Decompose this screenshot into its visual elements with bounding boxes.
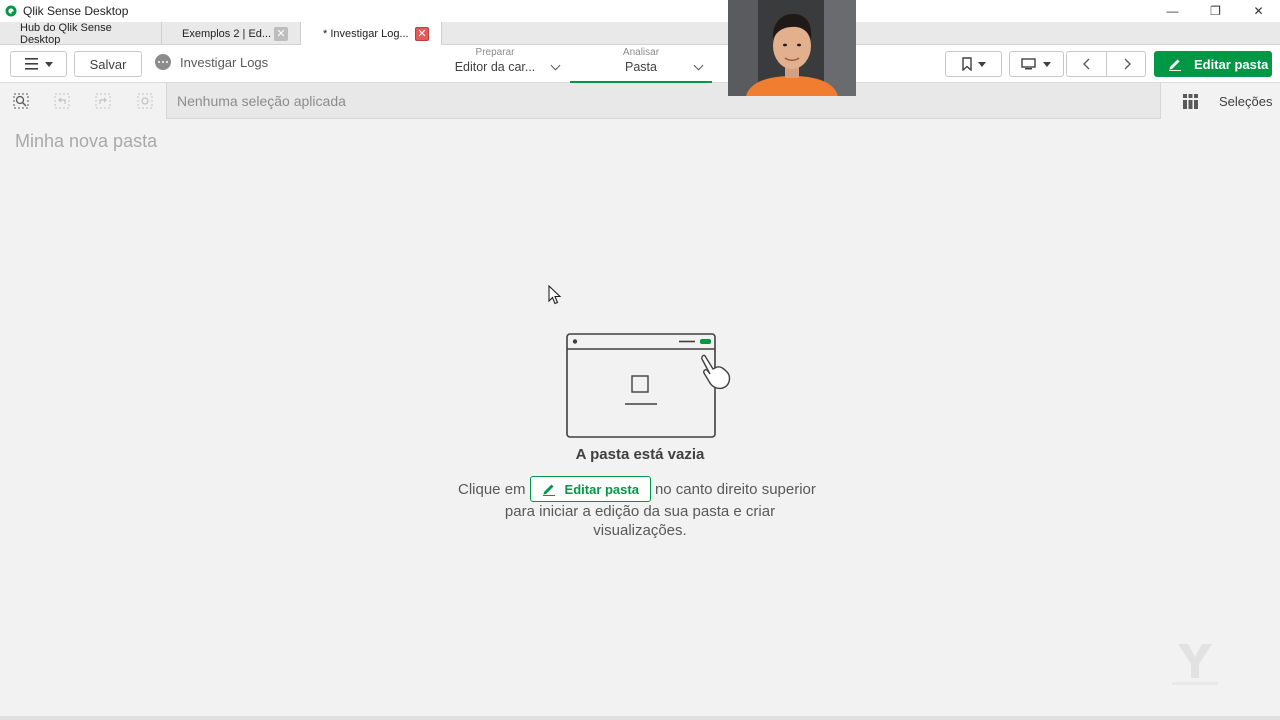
app-toolbar: Salvar Investigar Logs Preparar Editor d… <box>0 45 1280 83</box>
edit-sheet-button[interactable]: Editar pasta <box>1154 51 1272 77</box>
mouse-cursor-icon <box>548 285 562 305</box>
step-forward-icon[interactable] <box>95 93 111 109</box>
selection-tools <box>0 83 167 119</box>
app-name-label: Investigar Logs <box>180 54 269 70</box>
close-tab-icon[interactable]: ✕ <box>274 26 288 41</box>
mode-analyze-label: Pasta <box>625 60 657 74</box>
qlik-logo-icon <box>5 5 17 17</box>
app-name: Investigar Logs <box>155 54 268 70</box>
tab-label: * Investigar Log... <box>323 27 409 40</box>
selections-tool-button[interactable]: Seleções <box>1160 83 1280 119</box>
tab-label: Exemplos 2 | Ed... <box>182 27 272 40</box>
close-window-button[interactable]: ✕ <box>1237 0 1280 22</box>
hamburger-menu-icon <box>24 58 53 70</box>
empty-state-line2: para iniciar a edição da sua pasta e cri… <box>504 503 776 520</box>
bookmark-icon <box>961 57 986 71</box>
no-selections-text: Nenhuma seleção aplicada <box>177 93 346 109</box>
pencil-icon <box>1169 59 1181 71</box>
maximize-button[interactable]: ❐ <box>1194 0 1237 22</box>
tab-bar: Hub do Qlik Sense Desktop Exemplos 2 | E… <box>0 21 1280 46</box>
mode-prepare-caption: Preparar <box>475 47 515 58</box>
empty-state-prefix: Clique em <box>458 480 526 498</box>
empty-state-line3: visualizações. <box>593 522 687 539</box>
empty-state-suffix: no canto direito superior <box>654 480 816 498</box>
previous-sheet-button[interactable] <box>1067 52 1107 76</box>
tab-investigar-logs[interactable]: * Investigar Log... ✕ <box>301 22 442 45</box>
smart-search-icon[interactable] <box>13 93 29 109</box>
tab-exemplos[interactable]: Exemplos 2 | Ed... ✕ <box>162 22 301 45</box>
selections-label: Seleções <box>1219 94 1273 109</box>
mode-prepare-label: Editor da car... <box>454 60 536 74</box>
empty-state-title: A pasta está vazia <box>575 446 705 463</box>
mode-prepare[interactable]: Preparar Editor da car... <box>435 47 555 83</box>
inline-edit-label: Editar pasta <box>564 481 639 497</box>
bookmarks-button[interactable] <box>945 51 1002 77</box>
window-titlebar: Qlik Sense Desktop — ❐ ✕ <box>0 0 1280 22</box>
tab-label: Hub do Qlik Sense Desktop <box>20 21 112 46</box>
window-controls: — ❐ ✕ <box>1151 0 1280 22</box>
tab-hub[interactable]: Hub do Qlik Sense Desktop <box>0 21 162 46</box>
mode-analyze-caption: Analisar <box>622 47 660 58</box>
edit-sheet-label: Editar pasta <box>1194 56 1269 72</box>
app-options-icon[interactable] <box>155 54 171 70</box>
window-title: Qlik Sense Desktop <box>23 4 129 18</box>
empty-state-line1: Clique em Editar pasta no canto direito … <box>458 476 816 502</box>
presenter-video <box>728 0 856 96</box>
clear-selections-icon[interactable] <box>137 93 153 109</box>
sheet-icon <box>1020 58 1051 70</box>
mode-analyze[interactable]: Analisar Pasta <box>570 47 712 83</box>
global-menu-button[interactable] <box>10 51 67 77</box>
empty-sheet-illustration <box>566 333 731 438</box>
bottom-border <box>0 716 1280 720</box>
save-label: Salvar <box>89 56 127 72</box>
chevron-right-icon <box>1124 58 1131 70</box>
sheet-title[interactable]: Minha nova pasta <box>15 131 157 152</box>
sheets-button[interactable] <box>1009 51 1064 77</box>
save-button[interactable]: Salvar <box>74 51 142 77</box>
next-sheet-button[interactable] <box>1107 52 1147 76</box>
selections-bar: Nenhuma seleção aplicada Seleções <box>0 83 1280 119</box>
watermark-logo <box>1172 644 1218 685</box>
empty-state-description: para iniciar a edição da sua pasta e cri… <box>0 502 1280 540</box>
step-back-icon[interactable] <box>54 93 70 109</box>
pencil-icon <box>542 484 555 496</box>
chevron-left-icon <box>1082 58 1089 70</box>
selections-grid-icon <box>1183 94 1198 109</box>
inline-edit-sheet-button[interactable]: Editar pasta <box>529 476 651 502</box>
close-tab-icon[interactable]: ✕ <box>415 26 429 41</box>
webcam-overlay <box>728 0 856 96</box>
minimize-button[interactable]: — <box>1151 0 1194 22</box>
sheet-navigation <box>1066 51 1146 77</box>
